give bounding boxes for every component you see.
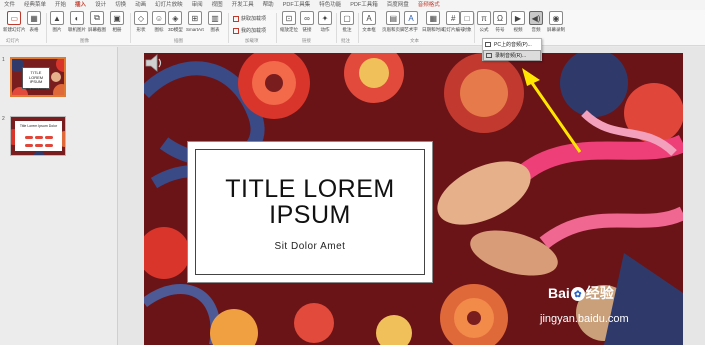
paw-icon: ✿ xyxy=(570,287,585,302)
watermark-url: jingyan.baidu.com xyxy=(540,313,629,325)
baidu-jingyan-watermark: Bai ✿ 经验 xyxy=(548,285,614,302)
